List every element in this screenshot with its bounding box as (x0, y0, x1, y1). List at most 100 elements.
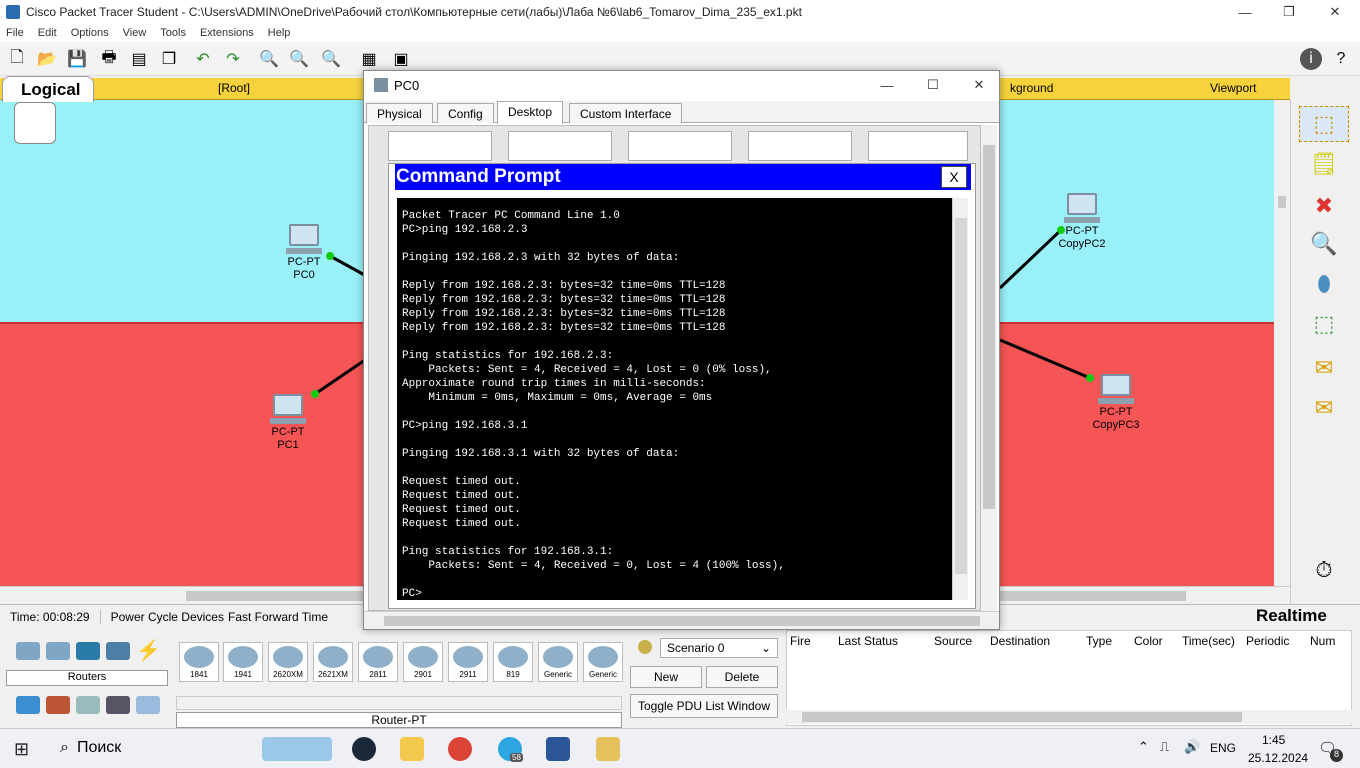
undo-icon[interactable]: ↶ (192, 48, 214, 70)
packet-tracer-icon[interactable] (596, 737, 620, 761)
zoom-reset-icon[interactable]: 🔍 (288, 48, 310, 70)
steam-icon[interactable] (352, 737, 376, 761)
minimize-button[interactable]: — (1222, 0, 1268, 24)
new-file-icon[interactable]: 🗋 (6, 48, 28, 70)
redo-icon[interactable]: ↷ (222, 48, 244, 70)
select-icon[interactable]: ⬚ (1299, 106, 1349, 142)
zoom-in-icon[interactable]: 🔍 (258, 48, 280, 70)
web-browser-app-icon[interactable] (868, 131, 968, 161)
delete-icon[interactable]: ✖ (1299, 188, 1349, 224)
device-copypc3[interactable]: PC-PT CopyPC3 (1086, 374, 1146, 432)
device-model-2901[interactable]: 2901 (403, 642, 443, 682)
multiuser-icon[interactable] (136, 696, 160, 714)
security-icon[interactable] (46, 696, 70, 714)
telegram-icon[interactable]: 58 (498, 737, 523, 762)
link-pc1[interactable] (314, 358, 366, 396)
device-model-generic[interactable]: Generic (538, 642, 578, 682)
tab-physical[interactable]: Physical (366, 103, 433, 123)
power-cycle-button[interactable]: Power Cycle Devices (101, 610, 228, 624)
device-model-819[interactable]: 819 (493, 642, 533, 682)
delete-scenario-button[interactable]: Delete (706, 666, 778, 688)
root-label[interactable]: [Root] (218, 81, 250, 95)
note-icon[interactable]: 🗒 (1299, 146, 1349, 182)
chevron-up-icon[interactable]: ⌃ (1138, 739, 1149, 755)
logical-tab[interactable]: Logical (2, 76, 94, 102)
print-icon[interactable]: 🖶 (98, 48, 120, 70)
device-model-2621xm[interactable]: 2621XM (313, 642, 353, 682)
activity-wizard-icon[interactable]: ▤ (128, 48, 150, 70)
device-pc0[interactable]: PC-PT PC0 (282, 224, 326, 282)
copy-icon[interactable]: ❐ (158, 48, 180, 70)
tab-desktop[interactable]: Desktop (497, 101, 564, 124)
device-model-1841[interactable]: 1841 (179, 642, 219, 682)
toggle-pdu-list-button[interactable]: Toggle PDU List Window (630, 694, 778, 718)
tab-config[interactable]: Config (437, 103, 494, 123)
pc-maximize-button[interactable]: ☐ (910, 73, 956, 97)
pc-minimize-button[interactable]: — (864, 73, 910, 97)
info-icon[interactable]: i (1300, 48, 1322, 70)
switch-category-icon[interactable] (46, 642, 70, 660)
background-button[interactable]: kground (1010, 81, 1053, 95)
link-copypc3[interactable] (999, 338, 1091, 380)
dialup-app-icon[interactable] (508, 131, 612, 161)
ip-config-app-icon[interactable] (388, 131, 492, 161)
search-box[interactable]: ⌕ Поиск (60, 739, 121, 757)
file-explorer-icon[interactable] (400, 737, 424, 761)
inspect-icon[interactable]: 🔍 (1299, 226, 1349, 262)
command-prompt-close-button[interactable]: X (941, 166, 967, 188)
realtime-clock-icon[interactable]: ⏱ (1299, 552, 1349, 588)
device-model-1941[interactable]: 1941 (223, 642, 263, 682)
add-simple-pdu-icon[interactable]: ✉ (1299, 350, 1349, 386)
menu-view[interactable]: View (123, 27, 147, 39)
pc-close-button[interactable]: ✕ (956, 73, 1002, 97)
custom-device-icon[interactable]: ▣ (390, 48, 412, 70)
pdu-list-scrollbar[interactable] (786, 710, 1352, 724)
zoom-out-icon[interactable]: 🔍 (320, 48, 342, 70)
menu-tools[interactable]: Tools (160, 27, 186, 39)
hub-category-icon[interactable] (76, 642, 100, 660)
menu-file[interactable]: File (6, 27, 24, 39)
help-icon[interactable]: ? (1330, 48, 1352, 70)
open-folder-icon[interactable]: 📂 (36, 48, 58, 70)
command-prompt-app-icon[interactable] (748, 131, 852, 161)
device-list-scrollbar[interactable] (176, 696, 622, 710)
palette-icon[interactable]: ▦ (358, 48, 380, 70)
windows-start-icon[interactable]: ⊞ (14, 739, 29, 760)
chrome-icon[interactable] (448, 737, 472, 761)
device-pc1[interactable]: PC-PT PC1 (266, 394, 310, 452)
terminal-scrollbar[interactable] (952, 198, 968, 600)
menu-edit[interactable]: Edit (38, 27, 57, 39)
resize-shape-icon[interactable]: ⬚ (1299, 306, 1349, 342)
connections-category-icon[interactable]: ⚡ (136, 638, 161, 663)
draw-shape-icon[interactable]: ⬮ (1299, 266, 1349, 302)
network-icon[interactable]: ⎍ (1160, 739, 1169, 755)
clock-date[interactable]: 25.12.2024 (1248, 751, 1308, 765)
tab-custom-interface[interactable]: Custom Interface (569, 103, 683, 123)
scenario-info-icon[interactable] (638, 640, 652, 654)
custom-devices-icon[interactable] (106, 696, 130, 714)
pc-window-hscroll[interactable] (364, 611, 999, 629)
clock-time[interactable]: 1:45 (1262, 733, 1285, 747)
device-model-2620xm[interactable]: 2620XM (268, 642, 308, 682)
workspace-vscroll[interactable] (1274, 100, 1290, 586)
word-icon[interactable] (546, 737, 570, 761)
wireless-category-icon[interactable] (106, 642, 130, 660)
terminal-app-icon[interactable] (628, 131, 732, 161)
viewport-button[interactable]: Viewport (1210, 81, 1256, 95)
terminal-output[interactable]: Packet Tracer PC Command Line 1.0 PC>pin… (397, 198, 952, 600)
save-icon[interactable]: 💾 (66, 48, 88, 70)
menu-extensions[interactable]: Extensions (200, 27, 254, 39)
scenario-select[interactable]: Scenario 0 ⌄ (660, 638, 778, 658)
restore-button[interactable]: ❐ (1266, 0, 1312, 24)
realtime-mode-label[interactable]: Realtime (1246, 604, 1360, 628)
volume-icon[interactable]: 🔊 (1184, 739, 1200, 755)
end-device-icon[interactable] (16, 696, 40, 714)
wan-emulation-icon[interactable] (76, 696, 100, 714)
device-model-2911[interactable]: 2911 (448, 642, 488, 682)
add-complex-pdu-icon[interactable]: ✉ (1299, 390, 1349, 426)
router-category-icon[interactable] (16, 642, 40, 660)
menu-help[interactable]: Help (268, 27, 291, 39)
search-highlight-image[interactable] (262, 737, 332, 761)
device-model-generic-2[interactable]: Generic (583, 642, 623, 682)
device-model-2811[interactable]: 2811 (358, 642, 398, 682)
